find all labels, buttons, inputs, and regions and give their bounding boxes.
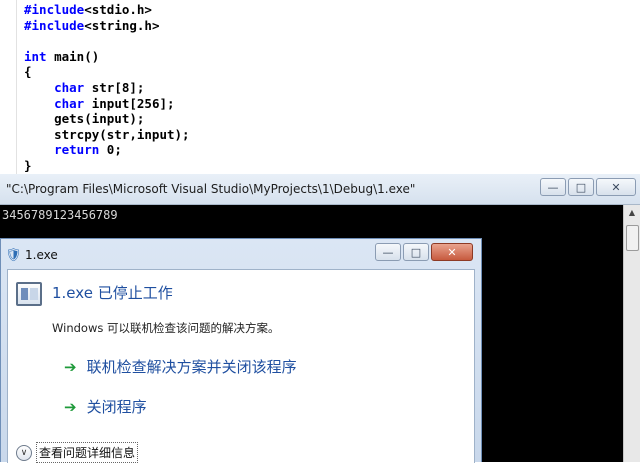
error-dialog: 🛡︎ 1.exe — □ ✕ 1.exe 已停止工作 Windows 可以联机检…: [0, 238, 483, 463]
dialog-body: 1.exe 已停止工作 Windows 可以联机检查该问题的解决方案。 ➔ 联机…: [7, 269, 475, 463]
console-minimize-button[interactable]: —: [540, 178, 566, 196]
check-online-label: 联机检查解决方案并关闭该程序: [86, 358, 297, 376]
code-keyword: char: [54, 95, 85, 111]
console-caption-buttons: — □ ✕: [540, 178, 636, 196]
code-line: int main(): [24, 49, 190, 65]
code-token: {: [24, 64, 32, 80]
code-token: <stdio.h>: [84, 2, 152, 17]
code-token: gets(input);: [24, 111, 145, 127]
code-keyword: char: [54, 79, 85, 95]
code-token: input[256];: [84, 95, 175, 111]
dialog-close-button[interactable]: ✕: [431, 243, 473, 261]
code-token: }: [24, 157, 32, 173]
scrollbar-thumb[interactable]: [626, 225, 639, 251]
console-maximize-button[interactable]: □: [568, 178, 594, 196]
console-titlebar[interactable]: "C:\Program Files\Microsoft Visual Studi…: [0, 174, 640, 205]
shield-icon: 🛡︎: [5, 248, 22, 263]
view-details-label[interactable]: 查看问题详细信息: [36, 442, 139, 463]
code-line: }: [24, 158, 190, 174]
dialog-minimize-button[interactable]: —: [375, 243, 401, 261]
code-token: <string.h>: [84, 17, 160, 33]
code-token: 0;: [99, 142, 122, 158]
code-token: main(): [46, 48, 100, 64]
view-details-toggle[interactable]: ∨ 查看问题详细信息: [16, 442, 139, 463]
code-line: {: [24, 64, 190, 80]
code-keyword: int: [24, 48, 47, 64]
scroll-up-icon[interactable]: ▲: [624, 205, 640, 221]
code-editor[interactable]: #include<stdio.h> #include<string.h> int …: [0, 0, 640, 175]
chevron-down-icon[interactable]: ∨: [16, 444, 32, 461]
code-line: char str[8];: [24, 80, 190, 96]
code-line: #include<string.h>: [24, 18, 190, 34]
code-line: char input[256];: [24, 96, 190, 112]
dialog-maximize-button[interactable]: □: [403, 243, 429, 261]
code-keyword: #include: [24, 17, 85, 33]
code-line: strcpy(str,input);: [24, 126, 190, 143]
close-program-label: 关闭程序: [86, 398, 147, 416]
code-token: strcpy(str,input);: [24, 126, 190, 142]
check-online-option[interactable]: ➔ 联机检查解决方案并关闭该程序: [64, 356, 297, 377]
close-program-option[interactable]: ➔ 关闭程序: [64, 396, 147, 417]
app-window-icon: [16, 282, 42, 306]
console-scrollbar[interactable]: ▲: [623, 205, 640, 462]
code-keyword: return: [54, 142, 100, 158]
dialog-description: Windows 可以联机检查该问题的解决方案。: [52, 321, 280, 335]
dialog-caption-buttons: — □ ✕: [375, 243, 473, 261]
code-line: #include<stdio.h>: [24, 2, 190, 18]
code-line: return 0;: [24, 142, 190, 158]
source-code[interactable]: #include<stdio.h> #include<string.h> int …: [24, 2, 190, 174]
dialog-title: 1.exe: [25, 248, 58, 262]
dialog-heading: 1.exe 已停止工作: [52, 284, 173, 302]
editor-gutter: [0, 0, 17, 174]
console-output: 3456789123456789: [2, 208, 118, 222]
green-arrow-icon: ➔: [64, 397, 77, 416]
code-line: gets(input);: [24, 111, 190, 127]
dialog-titlebar[interactable]: 🛡︎ 1.exe — □ ✕: [1, 239, 483, 269]
console-close-button[interactable]: ✕: [596, 178, 636, 196]
code-keyword: #include: [24, 2, 85, 17]
console-title: "C:\Program Files\Microsoft Visual Studi…: [6, 182, 416, 196]
code-token: str[8];: [84, 79, 145, 95]
green-arrow-icon: ➔: [64, 357, 77, 376]
